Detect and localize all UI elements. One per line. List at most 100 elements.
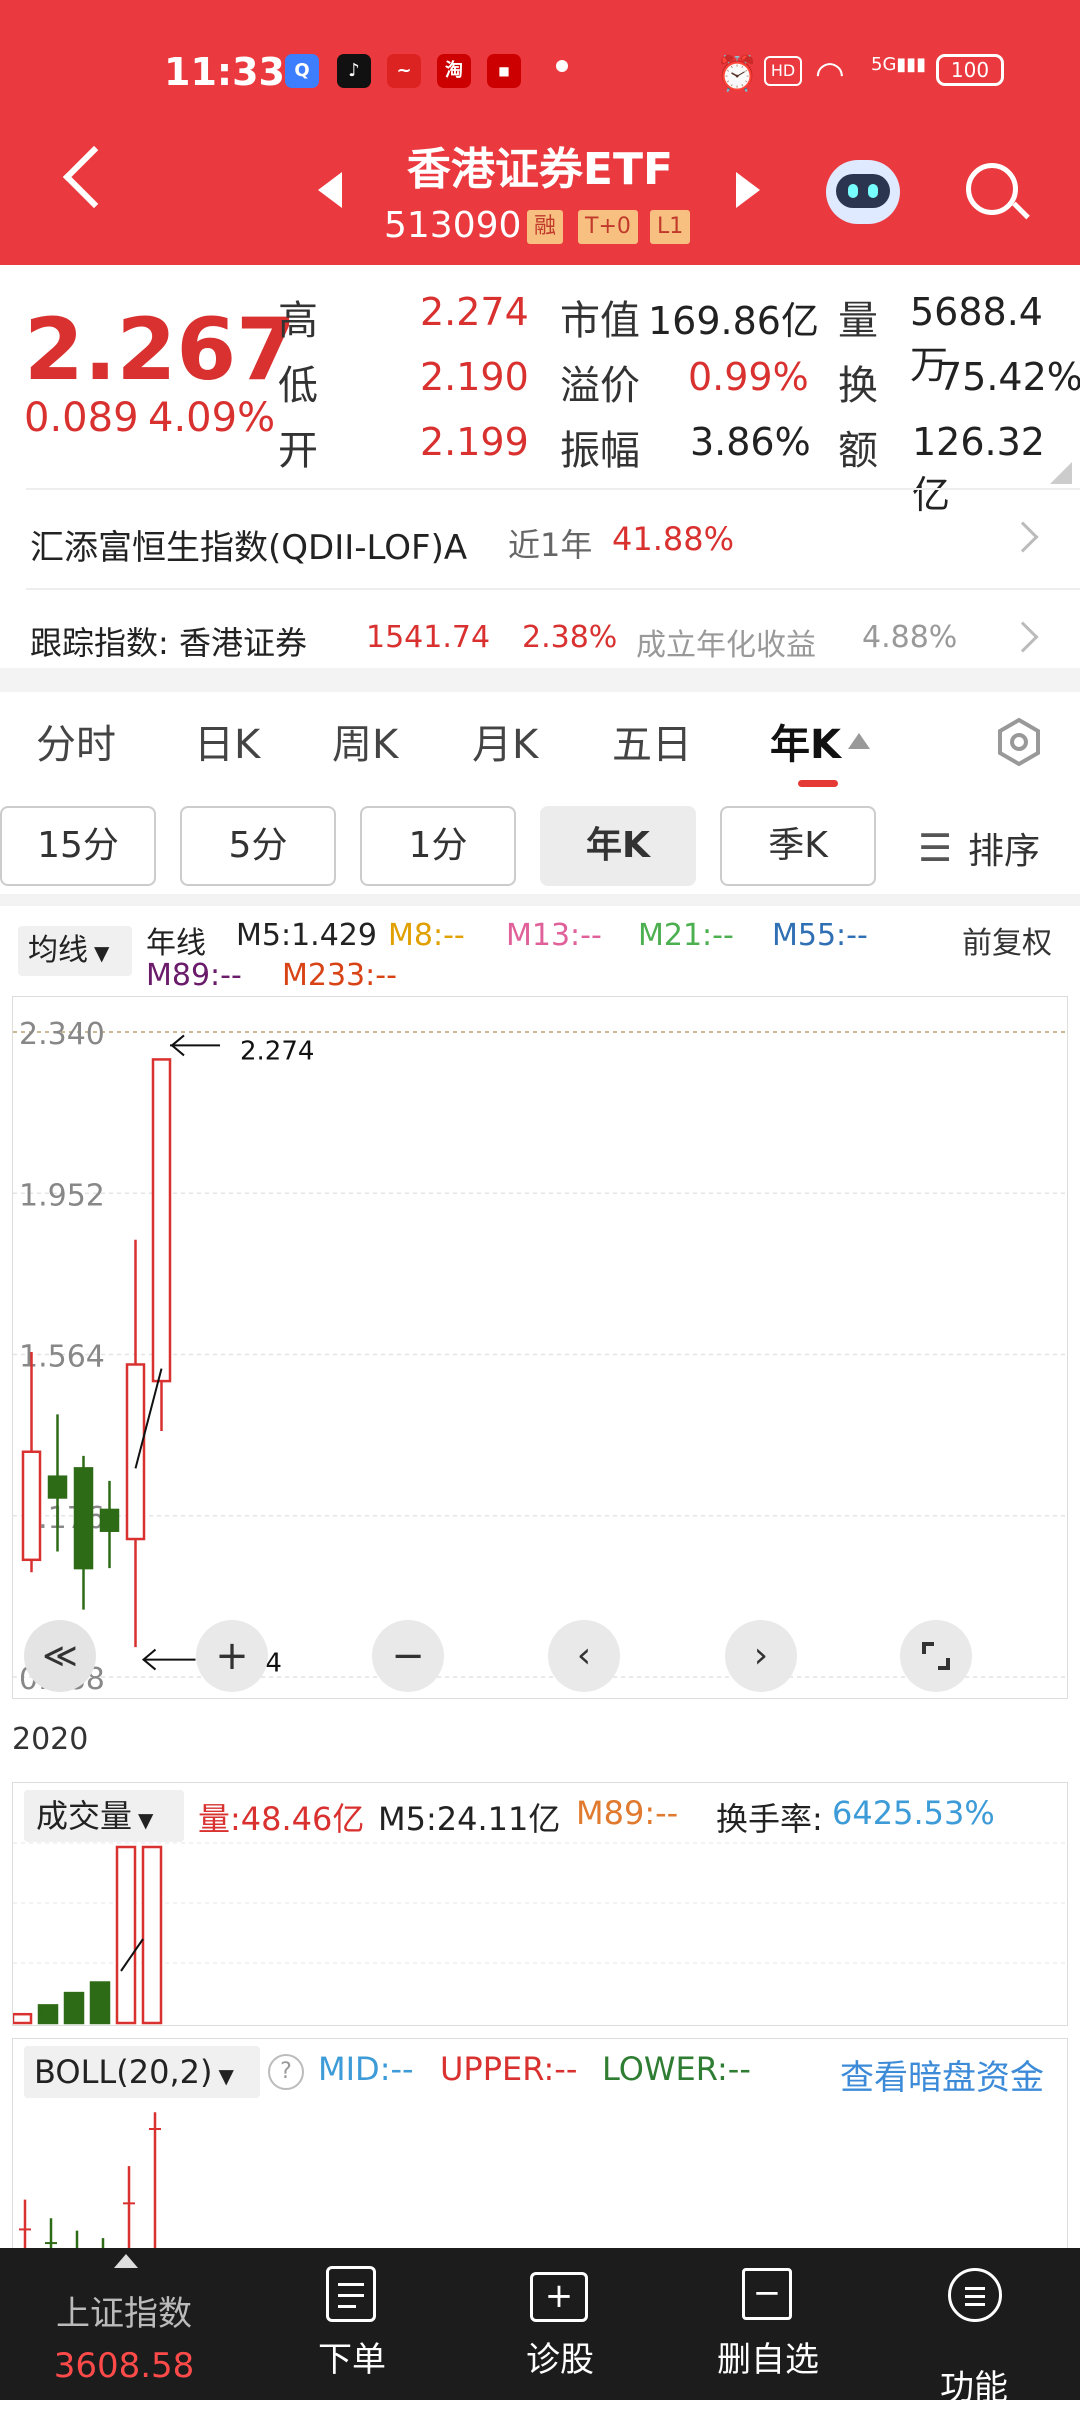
candle-body [21,1450,42,1562]
volume-bar [63,1991,85,2025]
turnover-rate-label: 换手率: [716,1800,823,1838]
robot-assistant-icon[interactable] [826,160,900,224]
open-label: 开 [278,428,318,474]
boll-dropdown[interactable]: BOLL(20,2) ▼ [24,2046,260,2098]
price-change: 0.089 [24,395,139,441]
annual-return-label: 成立年化收益 [636,628,816,663]
tiktok-icon: ♪ [337,54,371,88]
taobao-icon: 淘 [437,54,471,88]
tab-daily-k[interactable]: 日K [194,712,260,770]
move-right-button[interactable]: › [725,1620,797,1692]
nav-remove-watchlist[interactable]: 删自选 [668,2332,868,2381]
zoom-out-button[interactable]: − [372,1620,444,1692]
dark-pool-link[interactable]: 查看暗盘资金 [840,2050,1044,2099]
boll-mid: MID:-- [318,2050,414,2088]
sort-up-icon [848,733,870,749]
ma-m55: M55:-- [772,918,868,953]
candle-body [47,1475,68,1499]
tab-weekly-k[interactable]: 周K [332,712,398,770]
period-5min-button[interactable]: 5分 [180,806,336,886]
chevron-down-icon: ▼ [218,2064,234,2088]
boll-lower: LOWER:-- [602,2050,751,2088]
ma-m21: M21:-- [638,918,734,953]
expand-up-icon[interactable] [114,2254,138,2268]
nav-diagnose[interactable]: 诊股 [460,2332,660,2381]
candle-body [73,1467,94,1570]
wifi-icon: ◠ [815,54,845,94]
divider [26,488,1080,490]
index-value: 3608.58 [53,2346,195,2386]
index-name[interactable]: 上证指数 [24,2286,224,2335]
volume-m5: M5:24.11亿 [378,1800,561,1838]
tab-yearly-k[interactable]: 年K [770,712,841,770]
ma-m13: M13:-- [506,918,602,953]
zoom-in-button[interactable]: + [196,1620,268,1692]
tag-t0: T+0 [578,210,638,244]
tab-monthly-k[interactable]: 月K [472,712,538,770]
period-15min-button[interactable]: 15分 [0,806,156,886]
volume-dropdown-label: 成交量 [36,1797,133,1835]
diagnose-icon: + [530,2272,588,2322]
search-icon[interactable] [966,163,1030,220]
nav-functions[interactable]: 功能 [874,2360,1074,2409]
ma-dropdown[interactable]: 均线 ▼ [18,926,132,976]
period-1min-button[interactable]: 1分 [360,806,516,886]
amplitude-label: 振幅 [560,428,640,474]
divider [26,588,1080,590]
low-value: 2.190 [420,355,529,399]
kline-chart[interactable]: 2.3401.9521.5641.1760.7882.2740.854 [12,996,1069,1699]
next-stock-icon[interactable] [736,172,760,208]
sort-menu-icon[interactable]: ☰ [918,826,952,870]
rewind-button[interactable]: ≪ [24,1620,96,1692]
period-quarterly-button[interactable]: 季K [720,806,876,886]
volume-dropdown[interactable]: 成交量 ▼ [24,1790,184,1842]
fullscreen-button[interactable] [900,1620,972,1692]
volume-bar [115,1845,137,2025]
header-bar: 11:33 Q ♪ ~ 淘 ■ ⏰ HD ◠ 5G▮▮▮ 100 香港证券ETF… [0,0,1080,265]
adjust-mode[interactable]: 前复权 [962,918,1052,962]
expand-corner-icon[interactable] [1050,462,1072,484]
help-icon[interactable]: ? [268,2054,304,2090]
ma-period-label: 年线 [146,926,206,961]
low-label: 低 [278,363,318,409]
remove-watchlist-icon: − [742,2268,792,2320]
related-fund-row[interactable]: 汇添富恒生指数(QDII-LOF)A 近1年 41.88% [0,492,1080,588]
candle-body [125,1363,146,1541]
high-label: 高 [278,298,318,344]
tracking-index-change: 2.38% [522,620,618,655]
y-tick-label: 1.952 [19,1178,105,1213]
boll-dropdown-label: BOLL(20,2) [34,2053,213,2091]
tracking-label: 跟踪指数: 香港证券 [30,624,307,662]
nav-order[interactable]: 下单 [252,2332,452,2381]
volume-m89: M89:-- [576,1794,679,1832]
tab-intraday[interactable]: 分时 [36,712,116,770]
volume-bar [37,2004,59,2025]
volume-value: 量:48.46亿 [198,1800,365,1838]
search-app-icon: Q [285,54,319,88]
hd-icon: HD [764,56,802,86]
chevron-right-icon [1007,521,1039,553]
open-value: 2.199 [420,420,529,464]
chevron-right-icon [1007,621,1039,653]
signal-icon: 5G▮▮▮ [871,54,927,75]
amplitude-value: 3.86% [690,420,811,464]
ma-m8: M8:-- [388,918,465,953]
tab-five-day[interactable]: 五日 [612,712,692,770]
section-separator [0,668,1080,692]
fund-return: 41.88% [612,520,735,558]
move-left-button[interactable]: ‹ [548,1620,620,1692]
settings-icon[interactable] [994,717,1044,767]
candle-body [151,1058,172,1383]
current-price: 2.267 [24,300,297,400]
mcap-value: 169.86亿 [648,299,819,343]
alarm-icon: ⏰ [716,54,759,94]
period-yearly-button[interactable]: 年K [540,806,696,886]
ma-dropdown-label: 均线 [28,933,88,968]
volume-bar [89,1981,111,2025]
battery-icon: 100 [936,54,1004,86]
chevron-down-icon: ▼ [94,941,110,965]
amount-label: 额 [838,428,878,474]
ma-m5: M5:1.429 [236,918,377,953]
stock-app-icon: ~ [387,54,421,88]
sort-button[interactable]: 排序 [968,822,1040,874]
